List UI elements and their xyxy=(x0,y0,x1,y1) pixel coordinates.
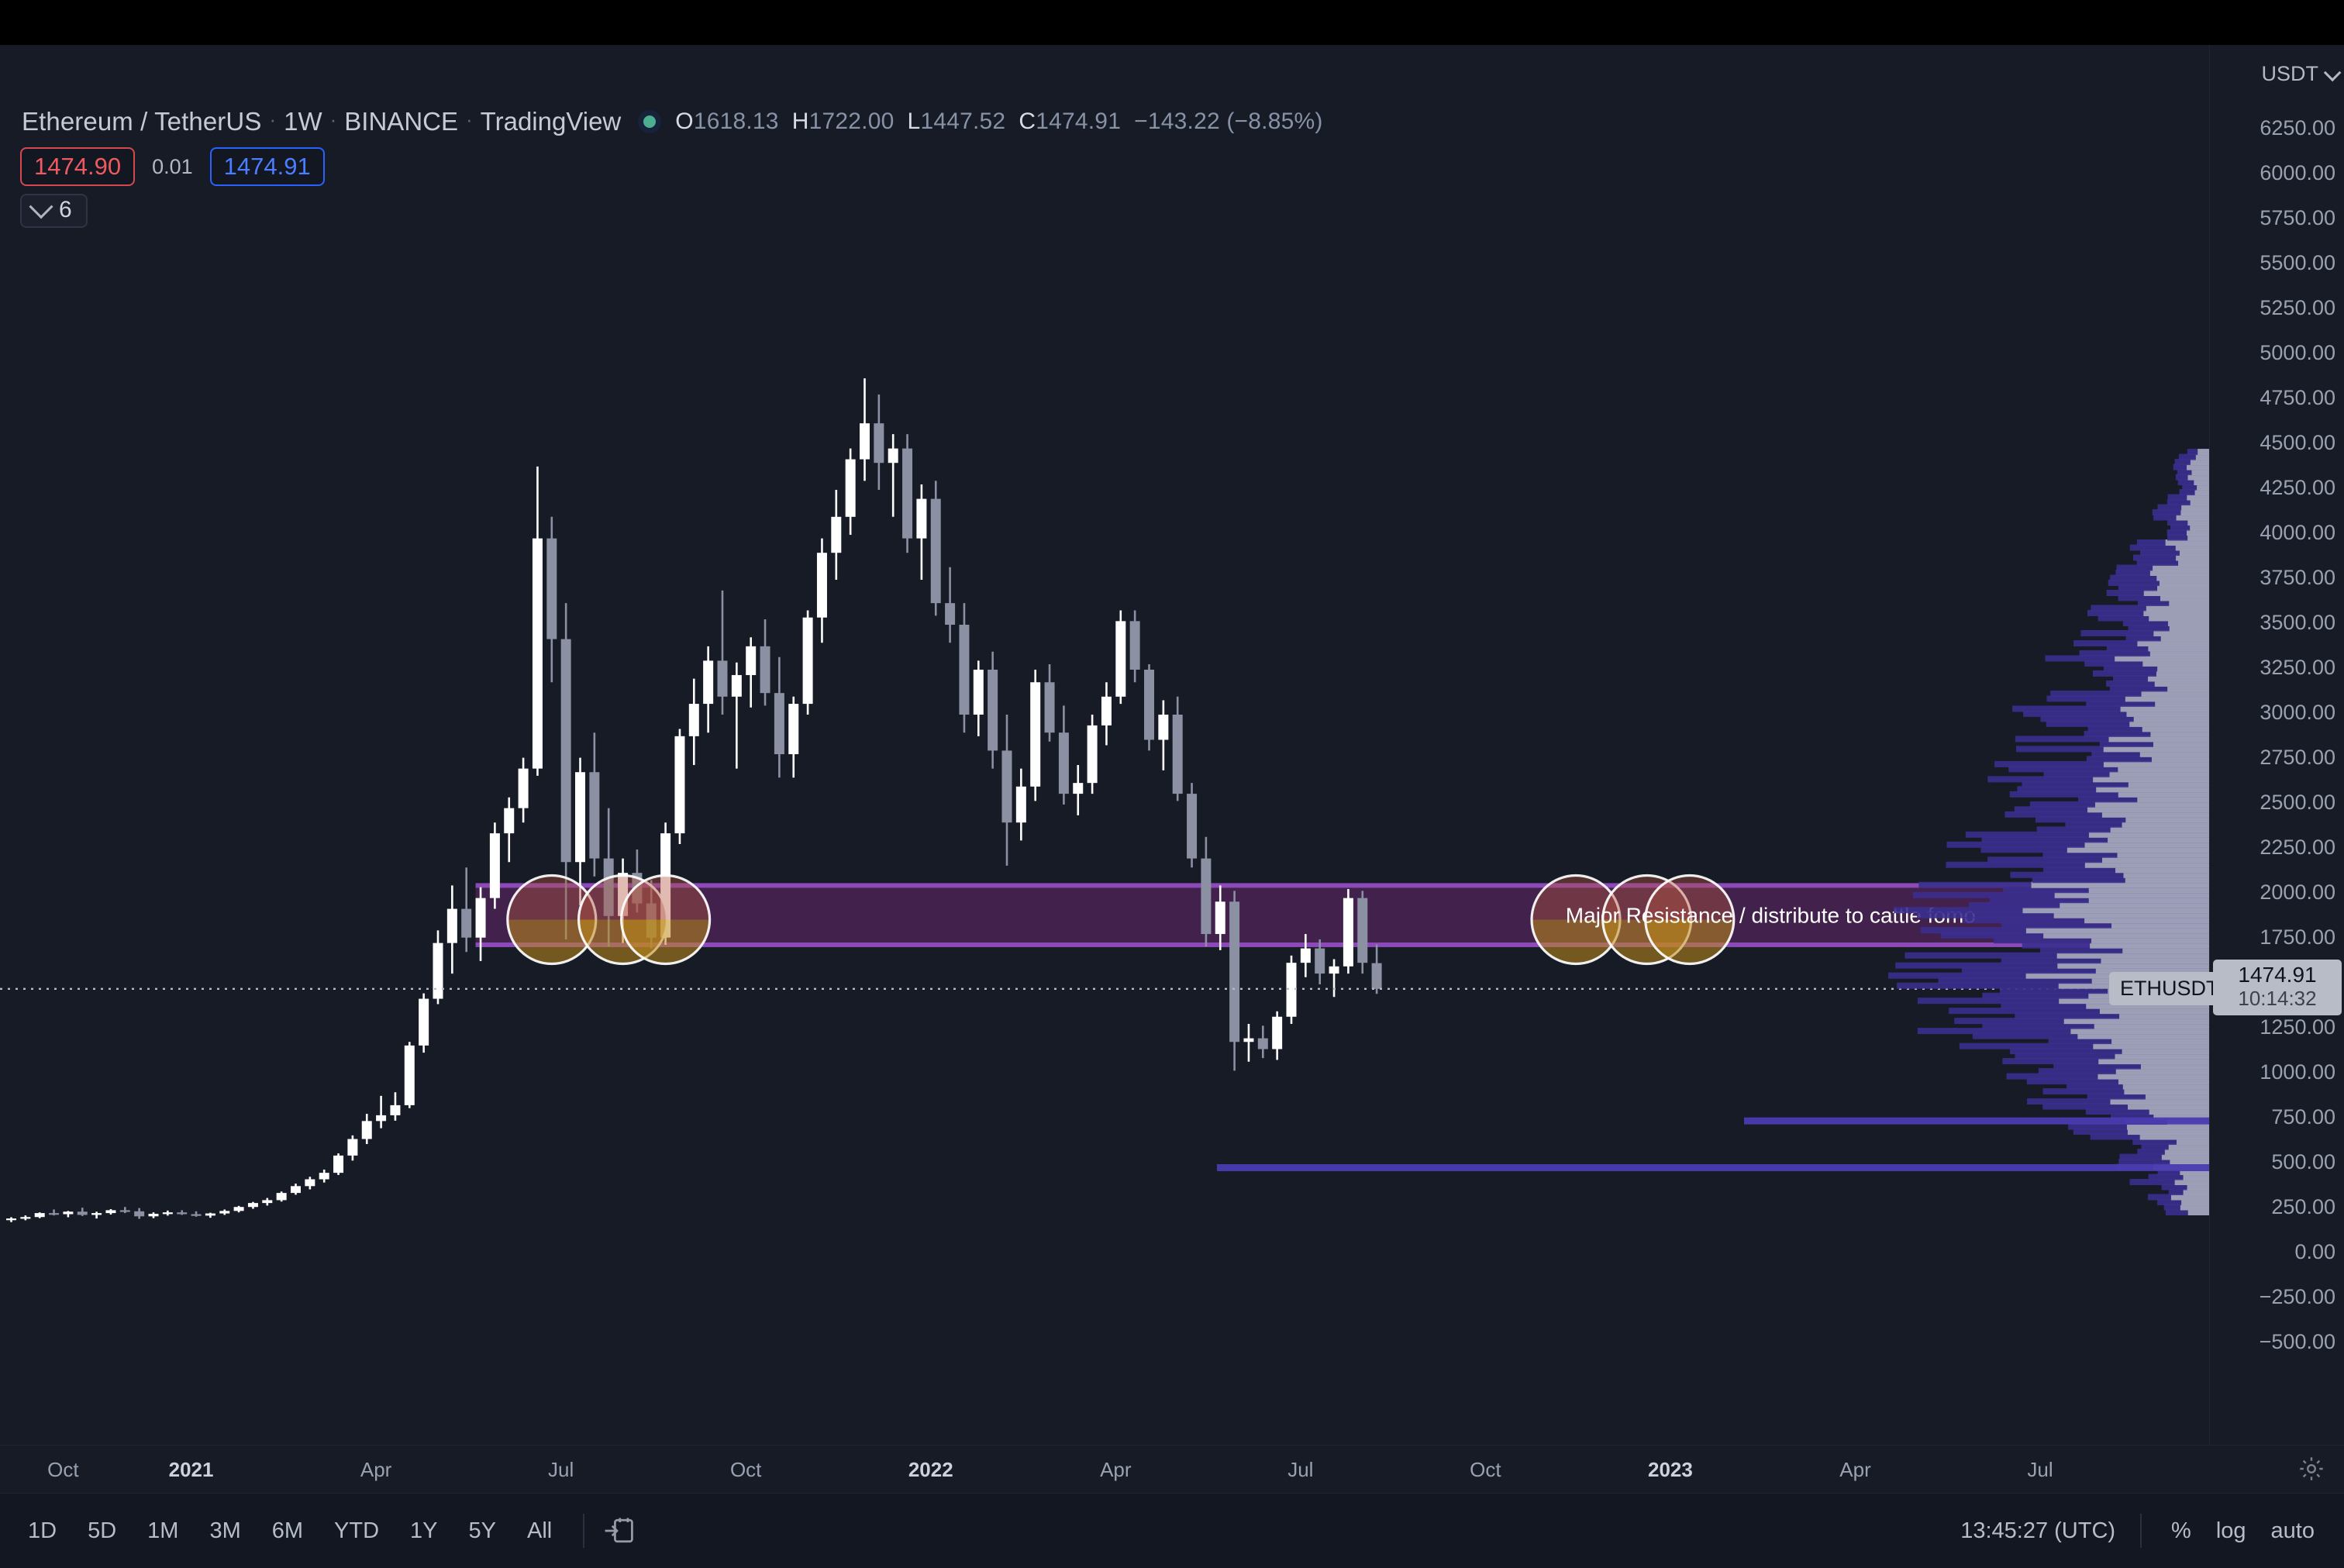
range-button-all[interactable]: All xyxy=(513,1511,566,1552)
price-tick: 2250.00 xyxy=(2260,836,2335,859)
chart-settings-gear-icon[interactable] xyxy=(2297,1455,2325,1483)
range-button-5y[interactable]: 5Y xyxy=(455,1511,510,1552)
price-tick: 750.00 xyxy=(2271,1105,2335,1129)
current-price-badge[interactable]: 1474.91 10:14:32 xyxy=(2213,959,2342,1015)
price-tick: 0.00 xyxy=(2294,1240,2335,1263)
symbol-price-tag: ETHUSDT xyxy=(2109,971,2230,1005)
time-tick: Jul xyxy=(2027,1458,2053,1481)
toolbar-divider-2 xyxy=(2140,1514,2142,1548)
range-button-1d[interactable]: 1D xyxy=(14,1511,71,1552)
range-button-3m[interactable]: 3M xyxy=(195,1511,254,1552)
time-tick: Oct xyxy=(1470,1458,1501,1481)
currency-selector[interactable]: USDT xyxy=(2261,62,2342,86)
time-tick: 2022 xyxy=(908,1458,953,1481)
price-tick: −250.00 xyxy=(2259,1285,2335,1308)
auto-scale-button[interactable]: auto xyxy=(2259,1511,2327,1552)
log-scale-button[interactable]: log xyxy=(2204,1511,2259,1552)
price-tick: 6250.00 xyxy=(2260,116,2335,140)
range-button-6m[interactable]: 6M xyxy=(258,1511,317,1552)
price-tick: 5000.00 xyxy=(2260,341,2335,364)
price-tick: 1750.00 xyxy=(2260,925,2335,949)
price-tick: 1250.00 xyxy=(2260,1015,2335,1039)
range-button-1m[interactable]: 1M xyxy=(133,1511,192,1552)
price-tick: 4750.00 xyxy=(2260,386,2335,409)
price-tick: 1000.00 xyxy=(2260,1060,2335,1084)
time-tick: 2021 xyxy=(168,1458,214,1481)
chevron-down-icon xyxy=(2323,64,2342,81)
candlestick-canvas: Major Resistance / distribute to cattle … xyxy=(0,378,2209,1222)
price-tick: 500.00 xyxy=(2271,1150,2335,1173)
bottom-toolbar: 1D 5D 1M 3M 6M YTD 1Y 5Y All 13:45:27 (UTC) % lo… xyxy=(0,1493,2344,1568)
range-button-5d[interactable]: 5D xyxy=(74,1511,130,1552)
currency-label: USDT xyxy=(2261,62,2319,85)
current-price-value: 1474.91 xyxy=(2238,962,2317,987)
range-button-ytd[interactable]: YTD xyxy=(320,1511,393,1552)
price-tick: 4500.00 xyxy=(2260,431,2335,454)
time-tick: Apr xyxy=(1839,1458,1871,1481)
price-tick: 250.00 xyxy=(2271,1195,2335,1218)
range-buttons: 1D 5D 1M 3M 6M YTD 1Y 5Y All xyxy=(14,1511,566,1552)
price-tick: 4000.00 xyxy=(2260,521,2335,544)
time-tick: 2023 xyxy=(1648,1458,1693,1481)
price-tick: 5500.00 xyxy=(2260,251,2335,274)
price-tick: 5750.00 xyxy=(2260,206,2335,229)
price-tick: 3000.00 xyxy=(2260,701,2335,724)
toolbar-divider-1 xyxy=(583,1514,585,1548)
price-tick: 2000.00 xyxy=(2260,880,2335,904)
price-tick: 2500.00 xyxy=(2260,791,2335,814)
time-tick: Apr xyxy=(1100,1458,1132,1481)
price-tick: 4250.00 xyxy=(2260,476,2335,499)
session-clock: 13:45:27 (UTC) xyxy=(1960,1518,2116,1543)
time-scale[interactable]: Oct 2021 Apr Jul Oct 2022 Apr Jul Oct 2023 Apr Jul xyxy=(0,1445,2344,1494)
calendar-goto-icon[interactable] xyxy=(602,1514,636,1548)
price-tick: 5250.00 xyxy=(2260,296,2335,319)
price-scale[interactable]: USDT 6250.00 6000.00 5750.00 5500.00 5250.00… xyxy=(2109,45,2344,1445)
price-tick: 6000.00 xyxy=(2260,161,2335,184)
chart-pane[interactable]: Major Resistance / distribute to cattle … xyxy=(0,45,2209,1445)
percent-scale-button[interactable]: % xyxy=(2159,1511,2204,1552)
time-tick: Jul xyxy=(548,1458,574,1481)
candle-series xyxy=(6,378,1382,1222)
time-tick: Oct xyxy=(729,1458,762,1481)
price-tick: 3750.00 xyxy=(2260,566,2335,589)
price-tick: 3500.00 xyxy=(2260,611,2335,634)
current-price-countdown: 10:14:32 xyxy=(2238,986,2317,1010)
price-tick: 2750.00 xyxy=(2260,746,2335,769)
time-tick: Oct xyxy=(47,1458,79,1481)
price-tick: −500.00 xyxy=(2259,1330,2335,1353)
time-tick: Apr xyxy=(360,1458,392,1481)
volume-profile xyxy=(1217,449,2209,1215)
range-button-1y[interactable]: 1Y xyxy=(396,1511,451,1552)
tradingview-chart-app: Ethereum / TetherUS · 1W · BINANCE · Tra… xyxy=(0,45,2344,1568)
price-tick: 3250.00 xyxy=(2260,656,2335,679)
time-tick: Jul xyxy=(1287,1458,1314,1481)
